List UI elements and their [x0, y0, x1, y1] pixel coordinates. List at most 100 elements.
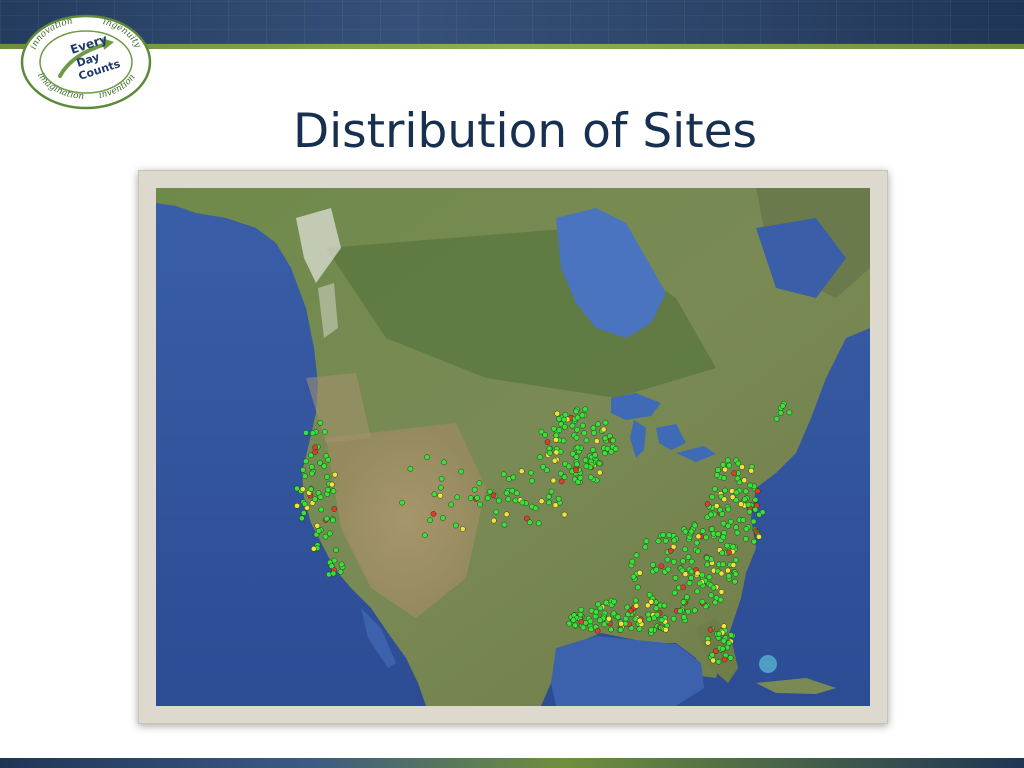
site-marker — [660, 532, 667, 538]
site-marker — [454, 494, 461, 501]
site-marker — [302, 473, 308, 480]
site-marker — [580, 624, 587, 631]
site-marker — [672, 574, 679, 581]
site-marker — [740, 517, 747, 523]
site-marker — [612, 446, 619, 452]
site-marker — [543, 467, 550, 474]
site-marker — [685, 554, 692, 560]
site-marker — [537, 454, 543, 461]
site-marker — [309, 430, 316, 437]
site-marker — [746, 508, 753, 515]
site-marker — [699, 572, 706, 578]
site-marker — [458, 468, 464, 475]
site-marker — [658, 563, 665, 570]
site-marker — [459, 526, 466, 532]
site-marker — [452, 522, 459, 529]
site-marker — [726, 549, 732, 556]
site-marker — [715, 531, 722, 537]
site-marker — [561, 511, 568, 518]
site-marker — [583, 437, 590, 444]
site-marker — [592, 452, 598, 458]
site-marker — [742, 488, 749, 495]
site-marker — [756, 511, 762, 518]
site-marker — [312, 444, 319, 451]
site-marker — [718, 589, 725, 595]
site-marker — [591, 429, 597, 436]
site-marker — [476, 480, 483, 486]
site-marker — [733, 489, 740, 496]
site-marker — [680, 558, 686, 564]
site-marker — [632, 597, 639, 604]
site-marker — [644, 602, 651, 609]
site-marker — [618, 620, 625, 627]
site-marker — [733, 524, 739, 531]
site-marker — [523, 515, 530, 522]
site-marker — [574, 414, 581, 421]
site-marker — [726, 640, 732, 646]
site-marker — [720, 561, 726, 568]
site-marker — [528, 469, 534, 476]
site-marker — [680, 584, 686, 591]
site-marker — [615, 614, 622, 620]
site-marker — [317, 494, 324, 500]
site-marker — [532, 505, 539, 512]
site-marker — [490, 517, 497, 524]
site-marker — [424, 454, 430, 461]
site-marker — [326, 530, 333, 537]
site-marker — [733, 557, 739, 563]
site-marker — [747, 482, 754, 489]
site-marker — [551, 425, 557, 432]
site-marker — [682, 528, 689, 535]
site-marker — [324, 474, 330, 480]
site-marker — [731, 470, 738, 476]
site-marker — [725, 523, 732, 529]
site-marker — [635, 584, 641, 591]
site-marker — [323, 515, 330, 522]
site-marker — [322, 428, 328, 435]
site-marker — [437, 484, 444, 491]
site-marker — [705, 639, 711, 646]
site-marker — [570, 617, 577, 623]
site-marker — [601, 450, 608, 457]
site-marker — [633, 552, 640, 559]
site-marker — [303, 429, 309, 436]
site-marker — [677, 608, 684, 614]
site-marker — [730, 562, 737, 568]
site-marker — [735, 460, 742, 467]
site-marker — [725, 573, 732, 579]
site-marker — [646, 616, 652, 622]
site-marker — [301, 501, 308, 507]
site-marker — [562, 411, 569, 418]
site-marker — [704, 555, 710, 561]
site-marker — [617, 627, 624, 633]
site-marker — [554, 410, 561, 417]
site-marker — [574, 426, 581, 433]
site-marker — [578, 606, 585, 613]
site-marker — [550, 477, 557, 484]
site-marker — [682, 546, 689, 553]
site-marker — [685, 608, 692, 615]
site-marker — [707, 511, 714, 518]
site-marker — [712, 599, 719, 606]
site-marker — [595, 421, 601, 428]
site-marker — [477, 501, 483, 508]
site-marker — [547, 450, 553, 456]
site-marker — [636, 569, 643, 576]
site-marker — [671, 537, 678, 544]
top-banner — [0, 0, 1024, 44]
site-marker — [716, 630, 722, 637]
site-marker — [707, 626, 714, 633]
site-marker — [720, 637, 727, 644]
site-marker — [500, 471, 507, 478]
site-marker — [330, 488, 337, 495]
site-marker — [513, 490, 520, 497]
site-marker — [627, 608, 634, 614]
site-marker — [779, 403, 786, 409]
site-marker — [654, 611, 661, 618]
site-marker — [722, 487, 728, 494]
site-marker — [493, 508, 500, 515]
site-marker — [325, 486, 331, 493]
site-marker — [662, 537, 669, 544]
site-marker — [629, 558, 636, 565]
site-marker — [544, 439, 551, 445]
